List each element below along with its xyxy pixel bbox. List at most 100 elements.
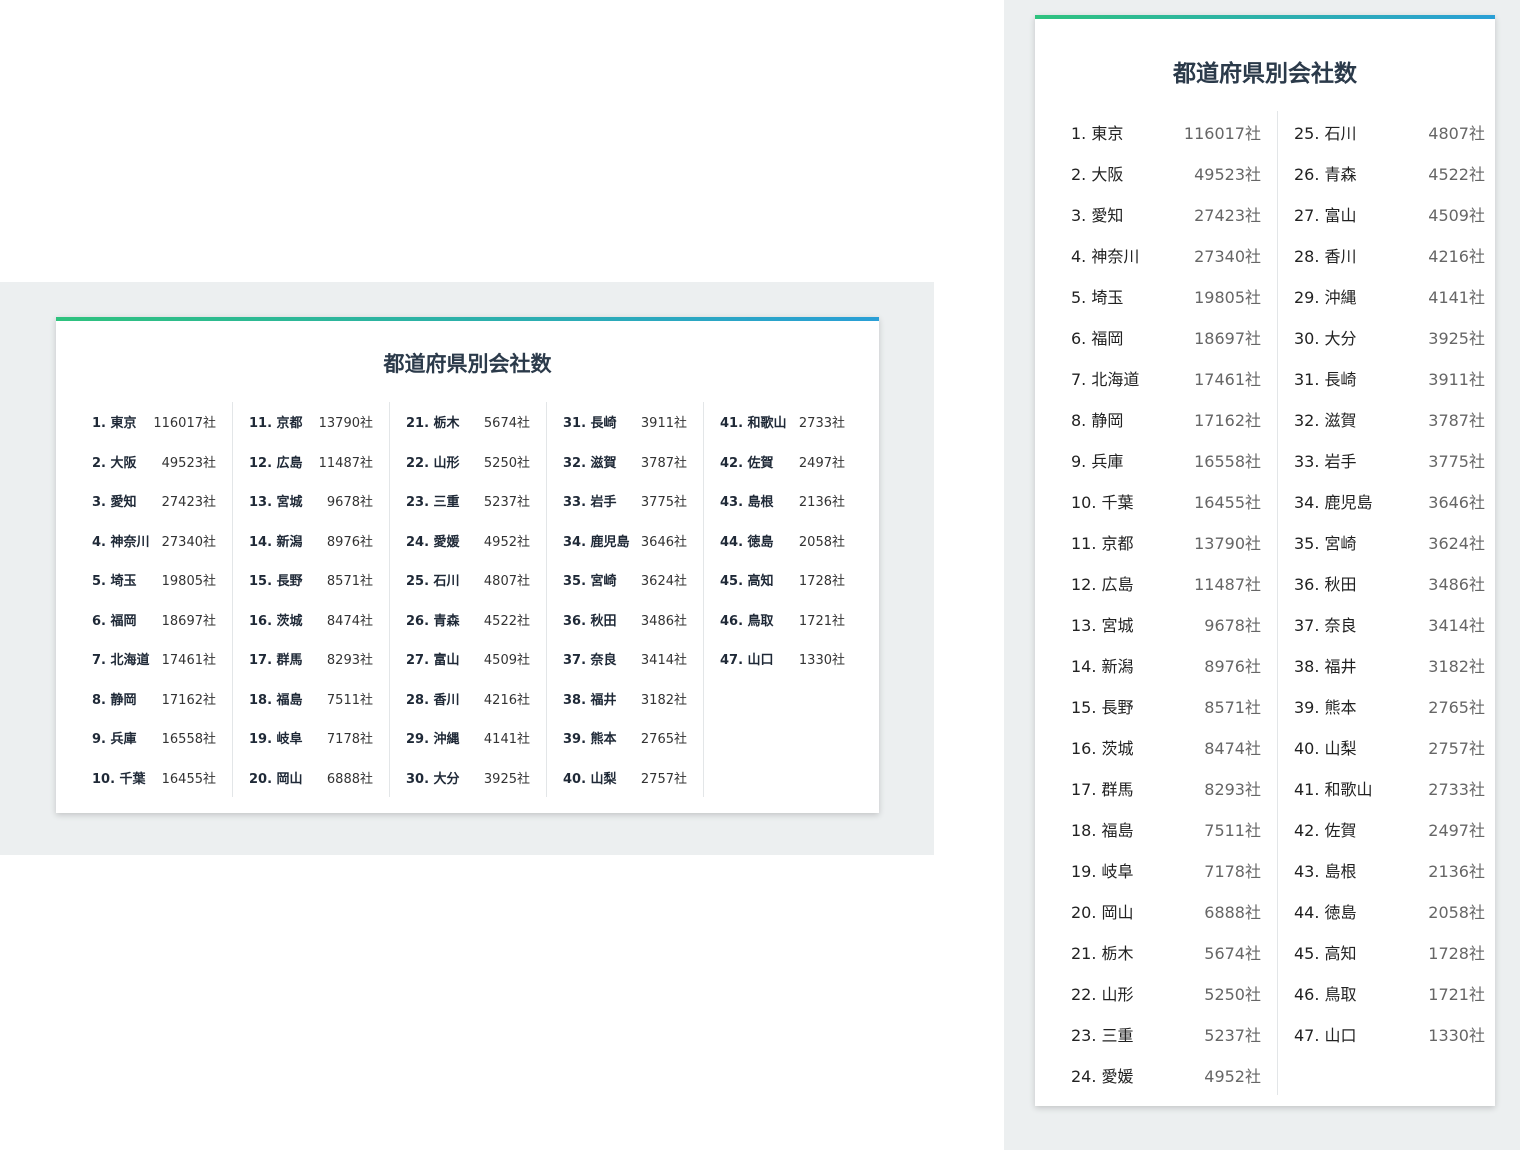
list-item: 9. 兵庫 16558社 — [92, 718, 216, 758]
list-item: 22. 山形 5250社 — [406, 442, 530, 482]
ranking-column: 21. 栃木 5674社 22. 山形 5250社 23. 三重 5237社 24. 愛媛 4… — [390, 402, 547, 797]
list-item: 25. 石川 4807社 — [1294, 111, 1485, 152]
prefecture-name: 32. 滋賀 — [563, 455, 617, 471]
list-item: 35. 宮崎 3624社 — [1294, 521, 1485, 562]
prefecture-name: 34. 鹿児島 — [563, 534, 630, 550]
company-count: 1721社 — [1428, 984, 1485, 1004]
list-item: 21. 栃木 5674社 — [406, 402, 530, 442]
company-count: 3646社 — [640, 534, 687, 550]
company-count: 4216社 — [1428, 246, 1485, 266]
prefecture-name: 23. 三重 — [1071, 1025, 1134, 1045]
prefecture-name: 7. 北海道 — [1071, 369, 1140, 389]
ranking-column: 31. 長崎 3911社 32. 滋賀 3787社 33. 岩手 3775社 34. 鹿児島… — [547, 402, 704, 797]
list-item: 42. 佐賀 2497社 — [720, 442, 845, 482]
prefecture-name: 8. 静岡 — [92, 692, 137, 708]
company-count: 1728社 — [1428, 943, 1485, 963]
list-item: 10. 千葉 16455社 — [1071, 480, 1261, 521]
company-count: 16455社 — [161, 771, 216, 787]
prefecture-name: 13. 宮城 — [1071, 615, 1134, 635]
ranking-column: 11. 京都 13790社 12. 広島 11487社 13. 宮城 9678社 14. 新… — [233, 402, 390, 797]
company-count: 2497社 — [798, 455, 845, 471]
company-count: 2765社 — [1428, 697, 1485, 717]
company-count: 27340社 — [1194, 246, 1261, 266]
company-count: 16558社 — [161, 732, 216, 748]
ranking-columns: 1. 東京 116017社 2. 大阪 49523社 3. 愛知 27423社 4. 神奈川… — [1055, 111, 1501, 1095]
company-count: 1728社 — [798, 574, 845, 590]
list-item: 2. 大阪 49523社 — [1071, 152, 1261, 193]
prefecture-name: 1. 東京 — [92, 416, 137, 432]
company-count: 6888社 — [326, 771, 373, 787]
prefecture-name: 40. 山梨 — [563, 771, 617, 787]
prefecture-name: 15. 長野 — [1071, 697, 1134, 717]
company-count: 1330社 — [1428, 1025, 1485, 1045]
list-item: 16. 茨城 8474社 — [249, 600, 373, 640]
company-count: 2058社 — [798, 534, 845, 550]
prefecture-name: 43. 島根 — [1294, 861, 1357, 881]
list-item: 28. 香川 4216社 — [1294, 234, 1485, 275]
prefecture-name: 5. 埼玉 — [92, 574, 137, 590]
list-item: 7. 北海道 17461社 — [1071, 357, 1261, 398]
prefecture-name: 2. 大阪 — [92, 455, 137, 471]
prefecture-name: 38. 福井 — [1294, 656, 1357, 676]
company-count: 5674社 — [1204, 943, 1261, 963]
list-item: 27. 富山 4509社 — [1294, 193, 1485, 234]
company-count: 4216社 — [483, 692, 530, 708]
company-count: 3911社 — [1428, 369, 1485, 389]
list-item: 15. 長野 8571社 — [249, 560, 373, 600]
prefecture-name: 29. 沖縄 — [406, 732, 460, 748]
prefecture-name: 45. 高知 — [720, 574, 774, 590]
list-item: 18. 福島 7511社 — [249, 679, 373, 719]
list-item: 26. 青森 4522社 — [406, 600, 530, 640]
prefecture-name: 13. 宮城 — [249, 495, 303, 511]
prefecture-name: 37. 奈良 — [563, 653, 617, 669]
list-item: 30. 大分 3925社 — [406, 758, 530, 798]
list-item: 31. 長崎 3911社 — [563, 402, 687, 442]
prefecture-name: 20. 岡山 — [1071, 902, 1134, 922]
list-item: 13. 宮城 9678社 — [1071, 603, 1261, 644]
list-item: 3. 愛知 27423社 — [1071, 193, 1261, 234]
company-count: 2136社 — [1428, 861, 1485, 881]
list-item: 44. 徳島 2058社 — [720, 521, 845, 561]
prefecture-name: 33. 岩手 — [563, 495, 617, 511]
company-count: 2136社 — [798, 495, 845, 511]
prefecture-name: 42. 佐賀 — [1294, 820, 1357, 840]
prefecture-name: 30. 大分 — [1294, 328, 1357, 348]
company-count: 18697社 — [1194, 328, 1261, 348]
company-count: 3925社 — [1428, 328, 1485, 348]
list-item: 31. 長崎 3911社 — [1294, 357, 1485, 398]
company-count: 8293社 — [1204, 779, 1261, 799]
list-item: 24. 愛媛 4952社 — [406, 521, 530, 561]
prefecture-name: 38. 福井 — [563, 692, 617, 708]
ranking-column: 25. 石川 4807社 26. 青森 4522社 27. 富山 4509社 28. 香川 4… — [1278, 111, 1501, 1095]
list-item: 3. 愛知 27423社 — [92, 481, 216, 521]
company-count: 3775社 — [1428, 451, 1485, 471]
list-item: 40. 山梨 2757社 — [563, 758, 687, 798]
company-count: 4952社 — [483, 534, 530, 550]
company-count: 4522社 — [483, 613, 530, 629]
prefecture-name: 22. 山形 — [406, 455, 460, 471]
list-item: 44. 徳島 2058社 — [1294, 890, 1485, 931]
prefecture-name: 32. 滋賀 — [1294, 410, 1357, 430]
list-item: 37. 奈良 3414社 — [563, 639, 687, 679]
company-count: 8976社 — [326, 534, 373, 550]
prefecture-name: 11. 京都 — [249, 416, 303, 432]
list-item: 36. 秋田 3486社 — [1294, 562, 1485, 603]
card-title: 都道府県別会社数 — [1173, 61, 1357, 87]
list-item: 18. 福島 7511社 — [1071, 808, 1261, 849]
company-count: 3414社 — [1428, 615, 1485, 635]
ranking-column: 1. 東京 116017社 2. 大阪 49523社 3. 愛知 27423社 4. 神奈川… — [1055, 111, 1278, 1095]
prefecture-name: 41. 和歌山 — [1294, 779, 1373, 799]
list-item: 30. 大分 3925社 — [1294, 316, 1485, 357]
company-count: 3775社 — [640, 495, 687, 511]
list-item: 36. 秋田 3486社 — [563, 600, 687, 640]
company-count: 4522社 — [1428, 164, 1485, 184]
company-count: 8571社 — [326, 574, 373, 590]
list-item: 20. 岡山 6888社 — [249, 758, 373, 798]
list-item: 19. 岐阜 7178社 — [1071, 849, 1261, 890]
prefecture-name: 17. 群馬 — [249, 653, 303, 669]
prefecture-name: 27. 富山 — [1294, 205, 1357, 225]
company-count: 2058社 — [1428, 902, 1485, 922]
list-item: 45. 高知 1728社 — [720, 560, 845, 600]
list-item: 21. 栃木 5674社 — [1071, 931, 1261, 972]
prefecture-name: 46. 鳥取 — [1294, 984, 1357, 1004]
